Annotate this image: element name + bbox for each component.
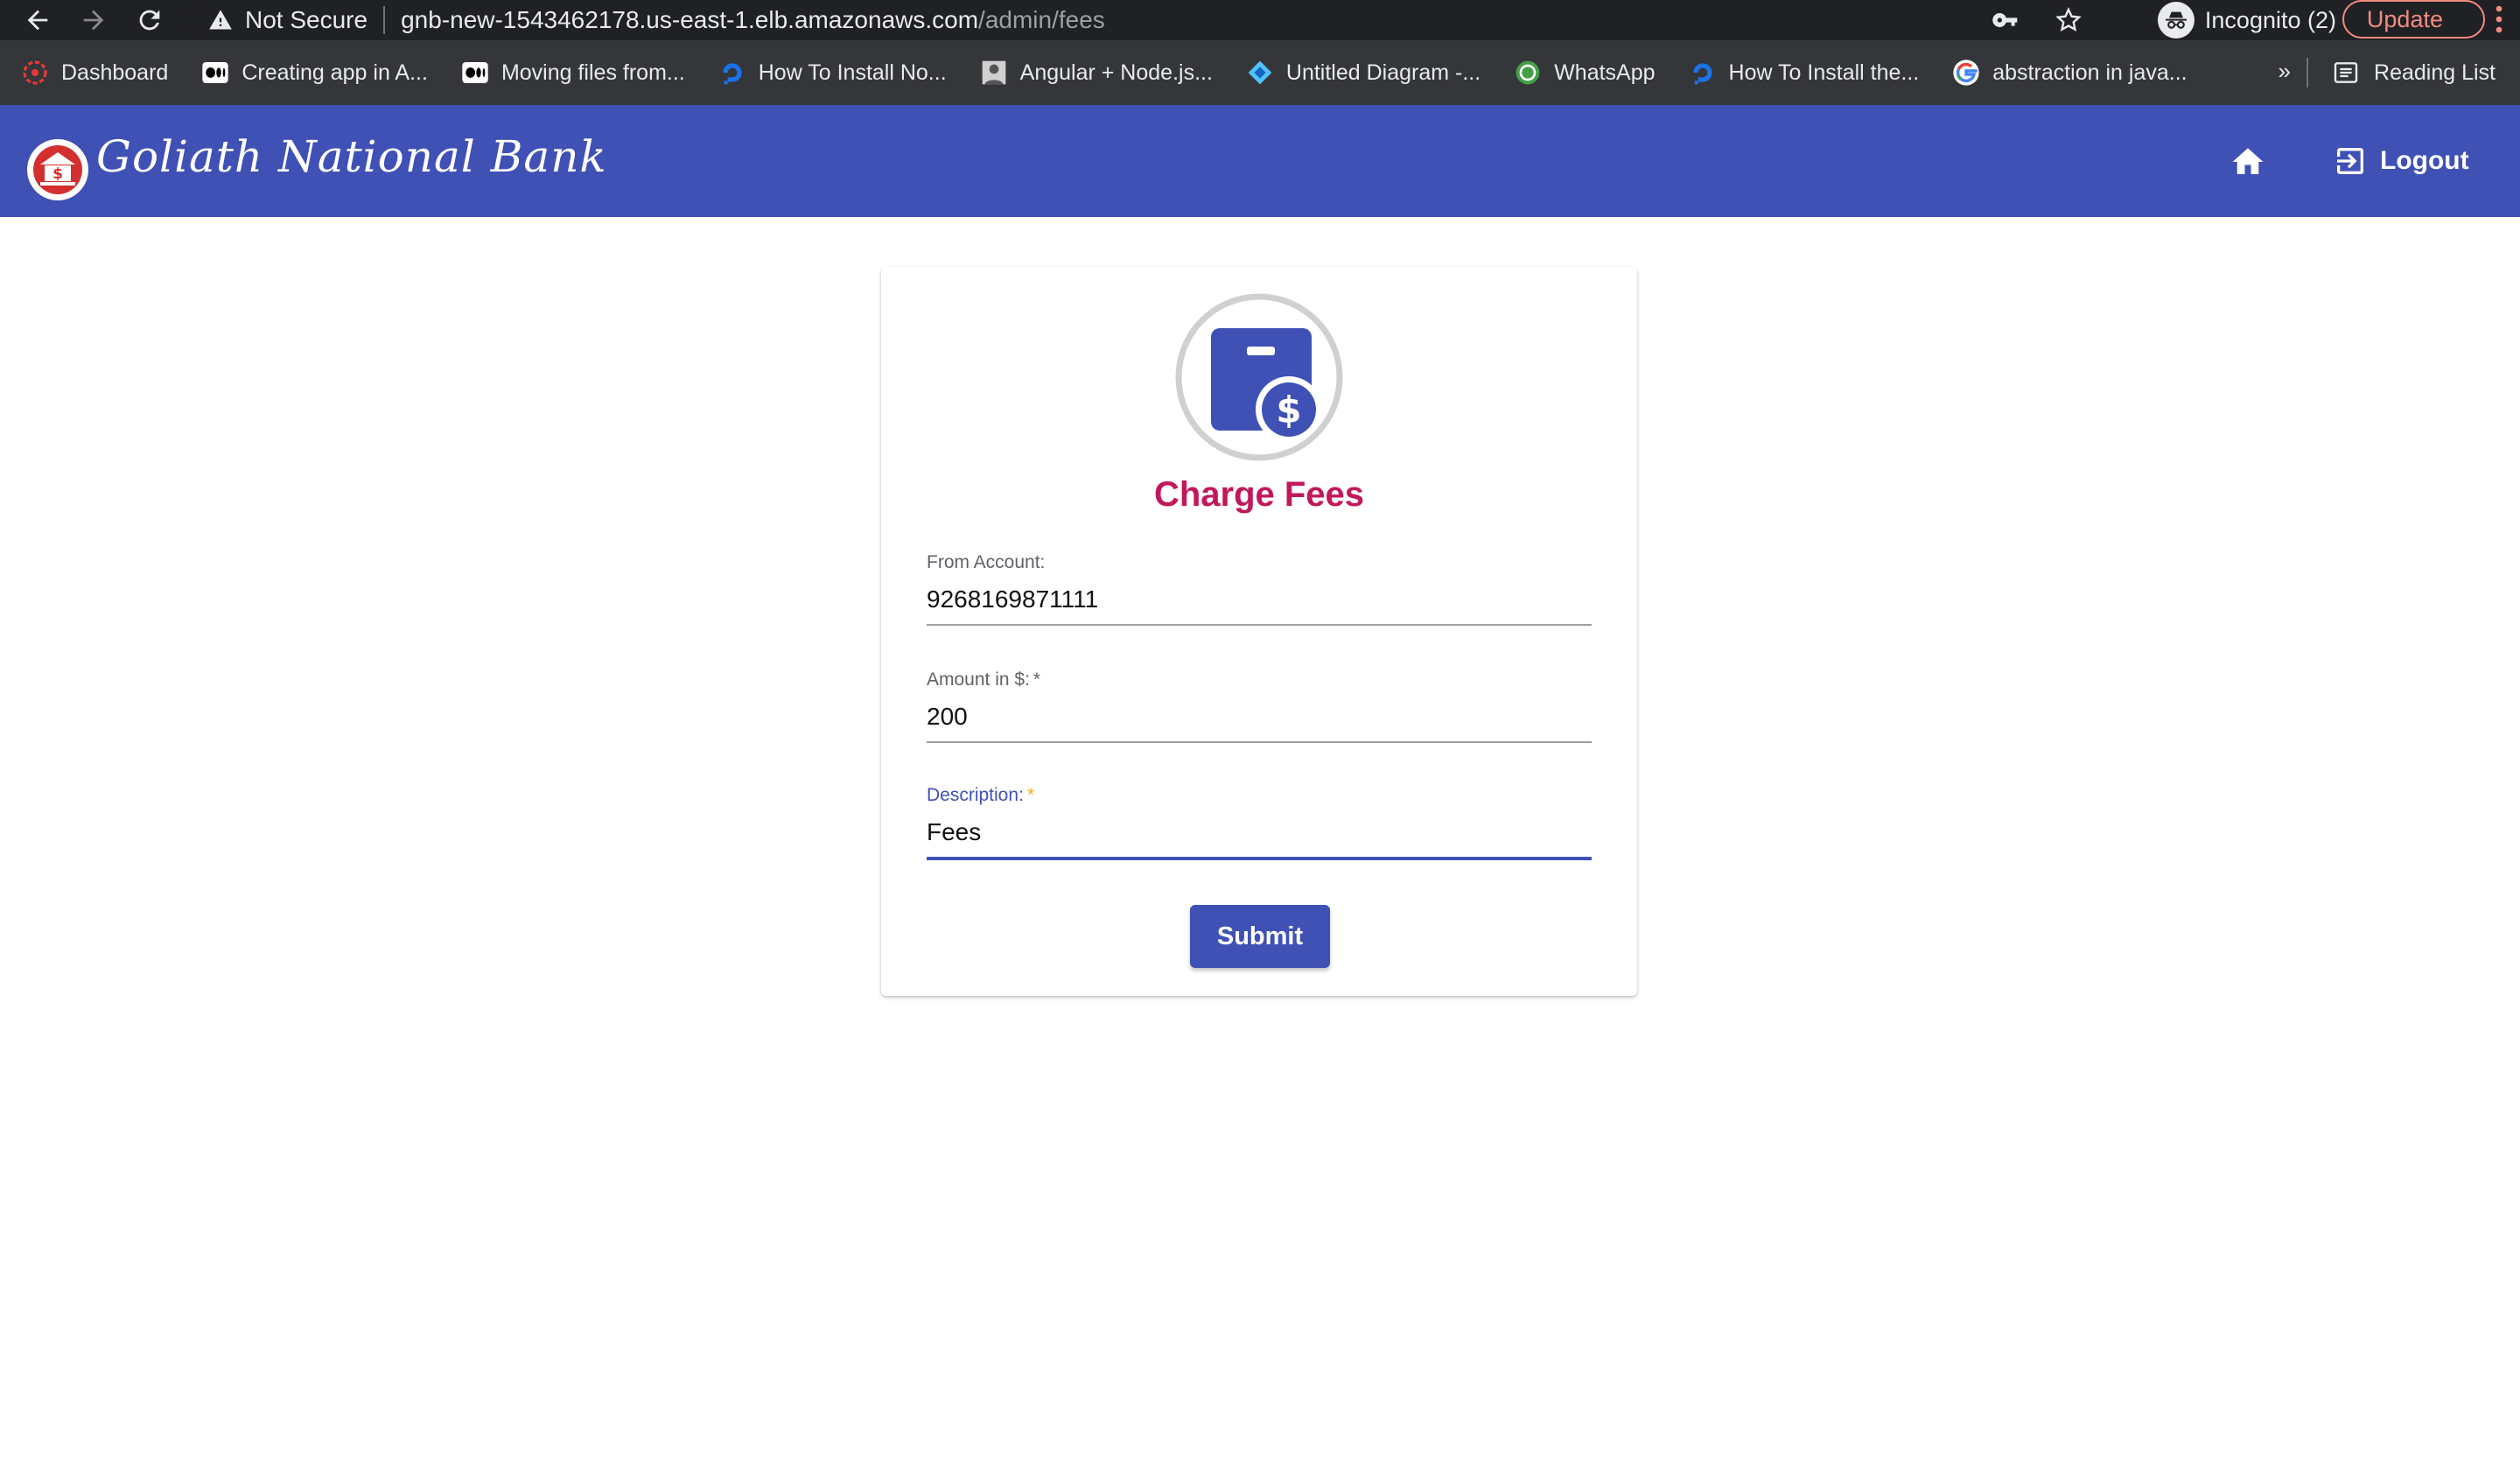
brand-title[interactable]: Goliath National Bank [96, 131, 607, 182]
app-header: $ Goliath National Bank Logout [0, 105, 2520, 217]
bookmark-item[interactable]: Creating app in A... [201, 59, 428, 87]
bookmark-label: Angular + Node.js... [1019, 60, 1213, 85]
reading-list-button[interactable]: Reading List [2332, 40, 2496, 105]
bookmark-label: WhatsApp [1554, 60, 1656, 85]
description-label: Description: * [927, 785, 1592, 810]
amount-label-text: Amount in $: [927, 669, 1030, 690]
charge-fees-card: $ Charge Fees From Account: 926816987111… [881, 267, 1637, 996]
url-host: gnb-new-1543462178.us-east-1.elb.amazona… [401, 6, 979, 33]
bookmark-item[interactable]: WhatsApp [1514, 59, 1656, 87]
from-account-label: From Account: [927, 552, 1046, 572]
home-icon[interactable] [2230, 144, 2266, 180]
bank-logo-icon[interactable]: $ [26, 138, 89, 201]
amount-input[interactable]: 200 [927, 703, 1592, 738]
digitalocean-icon [718, 59, 746, 87]
reading-list-label: Reading List [2374, 60, 2496, 85]
bookmark-item[interactable]: abstraction in java... [1952, 59, 2188, 87]
more-vert-icon[interactable] [2490, 4, 2508, 35]
bookmark-label: Creating app in A... [242, 60, 428, 85]
forward-button[interactable] [74, 0, 114, 40]
page-title: Charge Fees [1153, 475, 1365, 514]
digitalocean-icon [1689, 59, 1717, 87]
reading-list-icon [2334, 62, 2358, 83]
incognito-indicator[interactable]: Incognito (2) [2157, 2, 2336, 39]
svg-text:$: $ [1276, 389, 1301, 431]
bookmarks-divider [2306, 58, 2308, 88]
required-marker: * [1026, 785, 1035, 805]
medium-icon [201, 59, 229, 87]
arrow-left-icon [27, 10, 48, 31]
bookmark-label: Moving files from... [500, 60, 685, 85]
omnibox-actions [1992, 0, 2082, 40]
incognito-label: Incognito (2) [2204, 6, 2336, 33]
logout-label: Logout [2380, 146, 2469, 175]
field-underline [927, 624, 1592, 626]
more-bookmarks-button[interactable]: » [2278, 58, 2291, 85]
bookmark-label: How To Install the... [1728, 60, 1920, 85]
field-underline [927, 741, 1592, 743]
bookmark-label: Untitled Diagram -... [1285, 60, 1481, 85]
security-label[interactable]: Not Secure [245, 6, 368, 34]
toolbar: Not Secure gnb-new-1543462178.us-east-1.… [0, 0, 2520, 40]
bookmark-label: abstraction in java... [1992, 60, 2188, 85]
dashboard-icon [21, 59, 49, 87]
back-button[interactable] [18, 0, 58, 40]
bookmarks-bar: Dashboard Creating app in A... Moving fi… [0, 40, 2520, 105]
logout-button[interactable]: Logout [2333, 140, 2469, 182]
reload-button[interactable] [130, 0, 170, 40]
field-underline-focused [927, 857, 1592, 860]
svg-text:$: $ [52, 165, 63, 183]
update-button[interactable]: Update [2342, 0, 2485, 39]
amount-field[interactable]: Amount in $: * 200 [927, 669, 1592, 743]
bookmark-item[interactable]: Moving files from... [461, 59, 685, 87]
bookmark-item[interactable]: How To Install the... [1689, 59, 1920, 87]
fee-invoice-icon: $ [1175, 293, 1343, 461]
key-icon[interactable] [1992, 6, 2020, 34]
url-path: /admin/fees [978, 6, 1105, 33]
star-icon[interactable] [2054, 6, 2082, 34]
warning-icon [209, 10, 232, 30]
bookmark-item[interactable]: Untitled Diagram -... [1246, 59, 1480, 87]
whatsapp-icon [1514, 59, 1542, 87]
medium-icon [461, 59, 489, 87]
bookmark-label: How To Install No... [758, 60, 947, 85]
update-label: Update [2366, 5, 2443, 32]
address-bar[interactable]: Not Secure gnb-new-1543462178.us-east-1.… [189, 0, 2079, 40]
required-marker: * [1032, 669, 1041, 690]
bookmark-item[interactable]: How To Install No... [718, 59, 947, 87]
omnibox-divider [383, 6, 386, 34]
from-account-input[interactable]: 9268169871111 [927, 585, 1592, 620]
google-icon [1952, 59, 1980, 87]
avatar-icon [980, 59, 1008, 87]
submit-button[interactable]: Submit [1190, 905, 1330, 968]
logout-icon [2337, 148, 2363, 174]
description-input[interactable]: Fees [927, 818, 1592, 853]
reload-icon [139, 10, 160, 31]
description-label-text: Description: [927, 785, 1024, 805]
browser-chrome: Not Secure gnb-new-1543462178.us-east-1.… [0, 0, 2520, 105]
bookmark-item[interactable]: Dashboard [21, 59, 168, 87]
arrow-right-icon [83, 10, 104, 31]
bookmark-item[interactable]: Angular + Node.js... [980, 59, 1213, 87]
amount-label: Amount in $: * [927, 669, 1592, 694]
incognito-icon [2157, 2, 2194, 39]
from-account-field[interactable]: From Account: 9268169871111 [927, 552, 1592, 626]
bookmark-label: Dashboard [61, 60, 169, 85]
diagram-icon [1246, 59, 1274, 87]
description-field[interactable]: Description: * Fees [927, 785, 1592, 860]
